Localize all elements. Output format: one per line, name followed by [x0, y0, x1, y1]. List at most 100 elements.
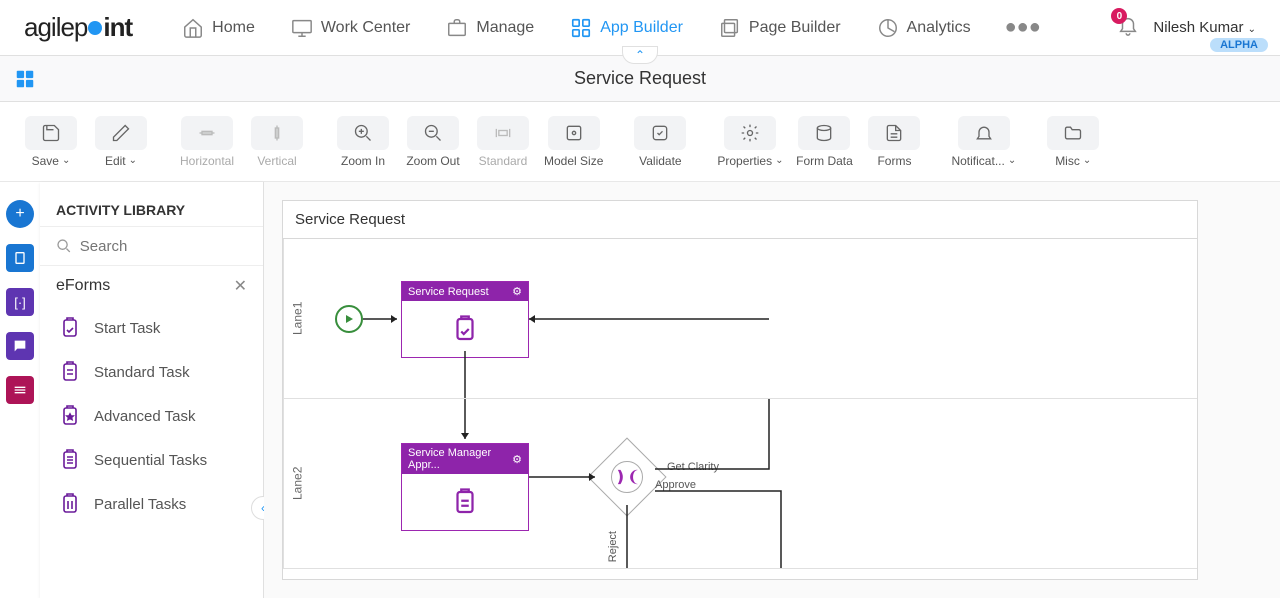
search-input[interactable]: [80, 238, 247, 255]
nav-home[interactable]: Home: [168, 9, 269, 47]
gear-icon[interactable]: ⚙: [512, 453, 522, 466]
tool-label: Notificat...: [951, 154, 1004, 168]
zoom-in-icon: [353, 123, 373, 143]
activity-library-sidebar: ACTIVITY LIBRARY eForms ✕ Start Task Sta…: [40, 182, 264, 598]
rail-activity-button[interactable]: [6, 244, 34, 272]
save-icon: [41, 123, 61, 143]
lane-label: Lane1: [283, 239, 311, 398]
gear-icon[interactable]: ⚙: [512, 285, 522, 298]
chevron-down-icon: ⌄: [1248, 24, 1256, 35]
nav-analytics[interactable]: Analytics: [863, 9, 985, 47]
rows-icon: [12, 382, 28, 398]
sidebar-item-standard-task[interactable]: Standard Task: [40, 350, 263, 394]
decision-gateway[interactable]: ❫❨: [587, 437, 666, 516]
edge-label-reject: Reject: [607, 531, 619, 562]
close-icon[interactable]: ✕: [234, 276, 247, 296]
folder-icon: [1063, 123, 1083, 143]
sidebar-item-start-task[interactable]: Start Task: [40, 306, 263, 350]
gear-icon: [740, 123, 760, 143]
forms-button[interactable]: Forms: [865, 116, 923, 168]
clipboard-star-icon: [58, 404, 82, 428]
activity-service-manager-approval[interactable]: Service Manager Appr...⚙: [401, 443, 529, 531]
notifications-button[interactable]: Notificat... ⌄: [951, 116, 1016, 168]
chat-icon: [12, 338, 28, 354]
tool-label: Misc: [1055, 154, 1080, 168]
tier-badge: ALPHA: [1210, 38, 1268, 52]
activity-title: Service Request: [408, 286, 489, 298]
activity-service-request[interactable]: Service Request ⚙: [401, 281, 529, 358]
user-menu[interactable]: Nilesh Kumar ⌄: [1153, 19, 1256, 36]
page-title: Service Request: [574, 68, 706, 89]
align-horizontal-button[interactable]: Horizontal: [178, 116, 236, 168]
tool-label: Edit: [105, 154, 126, 168]
nav-app-builder[interactable]: App Builder: [556, 9, 697, 47]
model-size-button[interactable]: Model Size: [544, 116, 603, 168]
bell-icon: [974, 123, 994, 143]
sidebar-item-advanced-task[interactable]: Advanced Task: [40, 394, 263, 438]
start-event[interactable]: [335, 305, 363, 333]
add-button[interactable]: +: [6, 200, 34, 228]
rail-data-button[interactable]: [6, 376, 34, 404]
sidebar-item-label: Parallel Tasks: [94, 496, 186, 513]
collapse-header-button[interactable]: ⌃: [622, 46, 658, 64]
logo-dot-icon: [88, 21, 102, 35]
process-canvas[interactable]: Service Request Lane1 Service Request ⚙: [282, 200, 1198, 580]
tool-label: Horizontal: [180, 154, 234, 168]
check-icon: [650, 123, 670, 143]
clipboard-check-icon: [58, 316, 82, 340]
nav-page-builder[interactable]: Page Builder: [705, 9, 855, 47]
tool-label: Model Size: [544, 154, 603, 168]
clipboard-list-icon: [450, 487, 480, 517]
sidebar-search[interactable]: [40, 226, 263, 266]
lane-2: Lane2 Service Manager Appr...⚙ ❫❨ Get Cl…: [283, 399, 1197, 569]
zoom-in-button[interactable]: Zoom In: [334, 116, 392, 168]
logo[interactable]: agilepint: [24, 12, 132, 43]
apps-icon[interactable]: [14, 68, 36, 90]
play-icon: [343, 313, 355, 325]
tool-label: Form Data: [796, 154, 853, 168]
activity-title: Service Manager Appr...: [408, 447, 512, 471]
header-right: 0 Nilesh Kumar ⌄ ALPHA: [1117, 14, 1256, 41]
rail-variables-button[interactable]: [·]: [6, 288, 34, 316]
size-icon: [564, 123, 584, 143]
properties-button[interactable]: Properties ⌄: [717, 116, 783, 168]
nav-manage[interactable]: Manage: [432, 9, 548, 47]
sidebar-item-label: Standard Task: [94, 364, 190, 381]
misc-button[interactable]: Misc ⌄: [1044, 116, 1102, 168]
tool-label: Vertical: [257, 154, 296, 168]
lane-1: Lane1 Service Request ⚙: [283, 239, 1197, 399]
category-label: eForms: [56, 277, 110, 295]
zoom-standard-button[interactable]: Standard: [474, 116, 532, 168]
left-rail: + [·]: [0, 182, 40, 598]
lane-label: Lane2: [283, 399, 311, 568]
brackets-icon: [·]: [14, 295, 26, 310]
nav-more[interactable]: ●●●: [993, 16, 1053, 39]
sidebar-item-label: Advanced Task: [94, 408, 195, 425]
nav-work-center[interactable]: Work Center: [277, 9, 425, 47]
sidebar-category[interactable]: eForms ✕: [40, 266, 263, 306]
validate-button[interactable]: Validate: [631, 116, 689, 168]
sidebar-item-parallel-tasks[interactable]: Parallel Tasks: [40, 482, 263, 526]
sidebar-item-sequential-tasks[interactable]: Sequential Tasks: [40, 438, 263, 482]
clipboard-check-icon: [450, 314, 480, 344]
align-vertical-button[interactable]: Vertical: [248, 116, 306, 168]
fit-icon: [493, 123, 513, 143]
tool-label: Zoom In: [341, 154, 385, 168]
save-button[interactable]: Save ⌄: [22, 116, 80, 168]
edit-button[interactable]: Edit ⌄: [92, 116, 150, 168]
form-data-button[interactable]: Form Data: [795, 116, 853, 168]
nav-label: Work Center: [321, 19, 411, 37]
notifications-button[interactable]: 0: [1117, 14, 1139, 41]
clipboard-seq-icon: [58, 448, 82, 472]
nav-label: Manage: [476, 19, 534, 37]
nav-label: Analytics: [907, 19, 971, 37]
chevron-down-icon: ⌄: [1083, 155, 1091, 166]
zoom-out-button[interactable]: Zoom Out: [404, 116, 462, 168]
user-name-text: Nilesh Kumar: [1153, 19, 1243, 36]
canvas-title: Service Request: [283, 201, 1197, 239]
logo-text-left: agilep: [24, 12, 87, 43]
monitor-icon: [291, 17, 313, 39]
home-icon: [182, 17, 204, 39]
rail-comments-button[interactable]: [6, 332, 34, 360]
chevron-down-icon: ⌄: [62, 155, 70, 166]
